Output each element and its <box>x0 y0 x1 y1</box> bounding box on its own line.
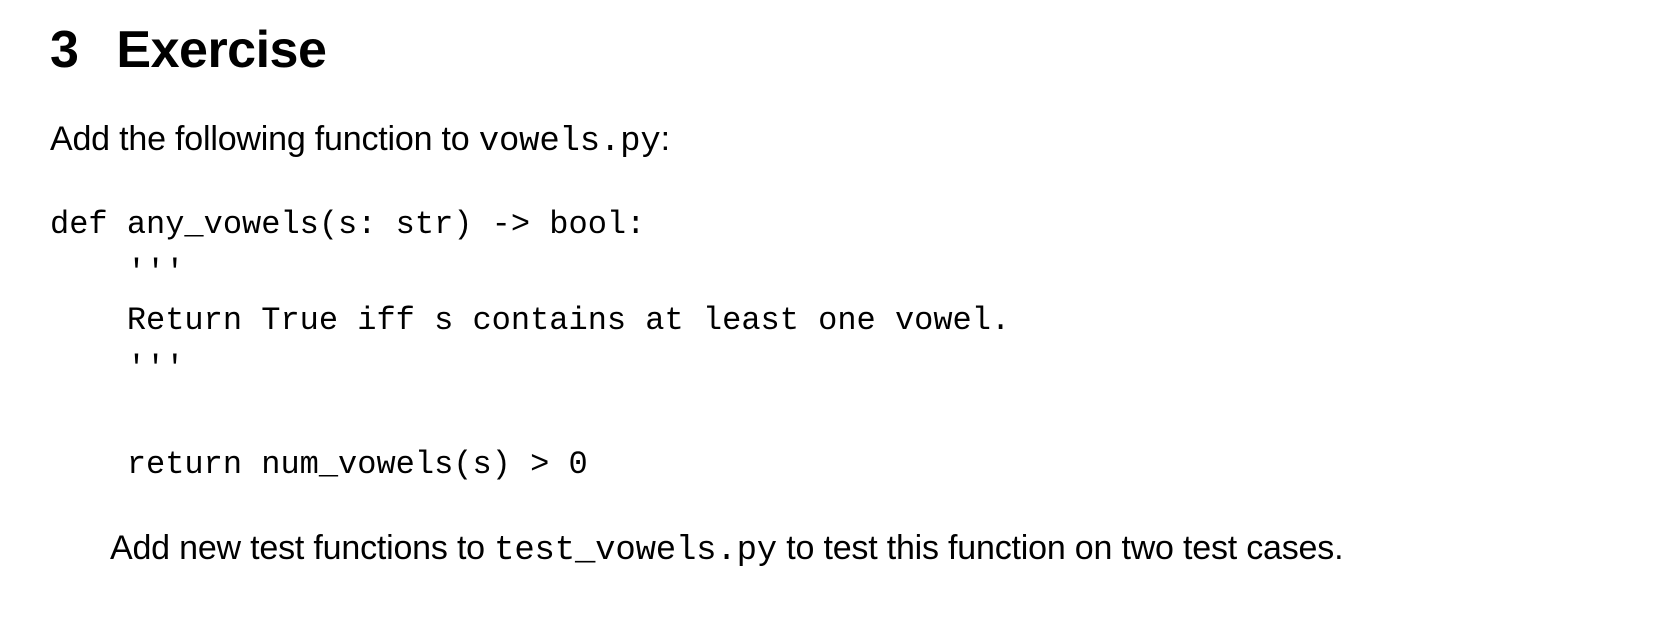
outro-text-after: to test this function on two test cases. <box>777 529 1343 567</box>
intro-filename: vowels.py <box>479 123 661 161</box>
outro-paragraph: Add new test functions to test_vowels.py… <box>110 529 1612 570</box>
intro-paragraph: Add the following function to vowels.py: <box>50 120 1612 161</box>
outro-text-before: Add new test functions to <box>110 529 494 567</box>
intro-text-after: : <box>661 120 670 158</box>
section-number: 3 <box>50 20 78 80</box>
intro-text-before: Add the following function to <box>50 120 479 158</box>
code-block: def any_vowels(s: str) -> bool: ''' Retu… <box>50 201 1612 489</box>
section-heading: 3 Exercise <box>50 20 1612 80</box>
section-title: Exercise <box>116 21 326 79</box>
outro-filename: test_vowels.py <box>494 532 777 570</box>
